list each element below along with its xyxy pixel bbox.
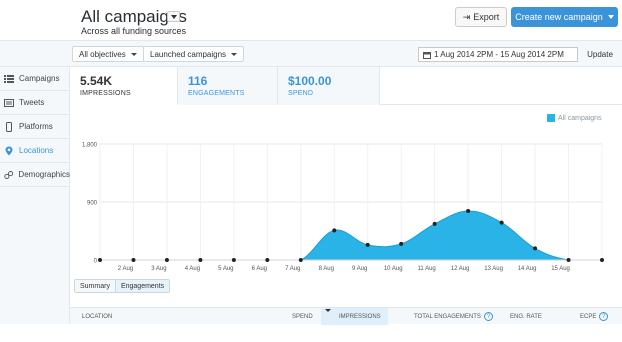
page-header: All campaigns Across all funding sources…: [0, 0, 622, 40]
table-header: LOCATION SPEND IMPRESSIONS TOTAL ENGAGEM…: [70, 307, 622, 325]
column-impressions-label: IMPRESSIONS: [339, 313, 381, 320]
y-tick-label: 0: [94, 259, 98, 265]
title-dropdown-button[interactable]: [167, 11, 180, 22]
data-point: [332, 228, 337, 233]
sidebar-item-label: Platforms: [19, 122, 53, 131]
x-tick-label: 9 Aug: [352, 266, 367, 272]
sort-desc-icon: [325, 309, 331, 312]
spend-label: SPEND: [288, 90, 314, 97]
column-eng-rate[interactable]: ENG. RATE: [510, 308, 542, 325]
column-total-engagements[interactable]: TOTAL ENGAGEMENTS ?: [414, 308, 493, 325]
data-point: [265, 258, 270, 262]
tab-impressions[interactable]: 5.54K IMPRESSIONS: [70, 67, 178, 105]
campaigns-label: Launched campaigns: [150, 49, 227, 59]
objectives-label: All objectives: [79, 49, 126, 59]
data-point: [198, 258, 203, 262]
sidebar-item-campaigns[interactable]: Campaigns: [0, 67, 70, 91]
x-tick-label: 7 Aug: [285, 266, 300, 272]
legend-label: All campaigns: [558, 114, 602, 122]
filter-bar: All objectives Launched campaigns 1 Aug …: [0, 40, 622, 67]
sidebar-item-demographics[interactable]: Demographics: [0, 163, 70, 187]
main-panel: 5.54K IMPRESSIONS 116 ENGAGEMENTS $100.0…: [70, 67, 622, 325]
sidebar-item-label: Tweets: [19, 98, 45, 107]
x-tick-label: 8 Aug: [319, 266, 334, 272]
data-point: [533, 246, 538, 251]
sidebar-item-label: Locations: [19, 146, 54, 155]
x-tick-label: 4 Aug: [185, 266, 200, 272]
legend-swatch: [547, 114, 555, 122]
device-icon: [6, 121, 12, 132]
engagements-toggle[interactable]: Engagements: [115, 280, 170, 292]
data-point: [98, 258, 102, 262]
stats-tabs: 5.54K IMPRESSIONS 116 ENGAGEMENTS $100.0…: [70, 67, 622, 105]
x-tick-label: 12 Aug: [451, 266, 470, 272]
x-tick-label: 2 Aug: [118, 266, 133, 272]
people-icon: [4, 170, 14, 179]
column-total-engagements-label: TOTAL ENGAGEMENTS: [414, 313, 481, 320]
tab-spend[interactable]: $100.00 SPEND: [278, 67, 380, 105]
engagements-value: 116: [188, 74, 208, 88]
date-range-input[interactable]: 1 Aug 2014 2PM - 15 Aug 2014 2PM: [418, 47, 578, 62]
campaigns-dropdown[interactable]: Launched campaigns: [143, 46, 245, 62]
data-point: [131, 258, 136, 262]
data-point: [164, 258, 169, 262]
impressions-value: 5.54K: [80, 74, 113, 88]
data-point: [231, 258, 236, 262]
x-tick-label: 13 Aug: [484, 266, 503, 272]
help-icon[interactable]: ?: [483, 312, 493, 321]
data-point: [399, 241, 404, 246]
column-impressions[interactable]: IMPRESSIONS: [321, 308, 388, 325]
export-label: Export: [473, 12, 500, 22]
column-ecpe-label: ECPE: [580, 313, 597, 320]
summary-toggle[interactable]: Summary: [75, 280, 116, 292]
list-icon: [4, 74, 14, 83]
tweet-icon: [4, 98, 14, 107]
chevron-down-icon: [130, 52, 137, 56]
date-range-value: 1 Aug 2014 2PM - 15 Aug 2014 2PM: [434, 50, 564, 59]
x-tick-label: 11 Aug: [418, 266, 436, 272]
sidebar-item-label: Campaigns: [19, 74, 60, 83]
x-tick-label: 5 Aug: [218, 266, 233, 272]
sidebar-item-label: Demographics: [18, 170, 70, 179]
data-point: [466, 209, 471, 214]
x-tick-label: 10 Aug: [384, 266, 403, 272]
spend-value: $100.00: [288, 74, 332, 88]
data-point: [432, 221, 437, 226]
create-campaign-button[interactable]: Create new campaign: [511, 7, 618, 27]
update-button[interactable]: Update: [582, 46, 618, 63]
y-tick-label: 900: [87, 201, 98, 207]
tab-engagements[interactable]: 116 ENGAGEMENTS: [178, 67, 278, 105]
data-point: [365, 242, 370, 247]
data-point: [298, 258, 303, 262]
create-campaign-label: Create new campaign: [515, 12, 603, 22]
engagements-label: ENGAGEMENTS: [188, 90, 245, 97]
x-tick-label: 3 Aug: [151, 266, 166, 272]
x-tick-label: 14 Aug: [518, 266, 537, 272]
calendar-icon: [423, 51, 431, 59]
data-point: [499, 220, 504, 225]
view-toggle: Summary Engagements: [74, 279, 171, 293]
page-subtitle: Across all funding sources: [81, 26, 187, 36]
x-tick-label: 6 Aug: [252, 266, 267, 272]
column-ecpe[interactable]: ECPE ?: [580, 308, 609, 325]
impressions-label: IMPRESSIONS: [80, 90, 131, 97]
help-icon[interactable]: ?: [599, 312, 609, 321]
chart-legend: All campaigns: [547, 114, 602, 122]
sidebar-item-locations[interactable]: Locations: [0, 139, 70, 163]
column-spend[interactable]: SPEND: [292, 308, 313, 325]
sidebar-item-tweets[interactable]: Tweets: [0, 91, 70, 115]
x-tick-label: 15 Aug: [551, 266, 570, 272]
pin-icon: [5, 146, 13, 155]
sidebar: Campaigns Tweets Platforms Locations Dem…: [0, 67, 70, 324]
data-point: [566, 258, 571, 262]
chevron-down-icon: [231, 52, 238, 56]
column-location[interactable]: LOCATION: [82, 308, 112, 325]
export-button[interactable]: ⇥ Export: [455, 7, 507, 27]
chevron-down-icon: [607, 15, 614, 19]
export-icon: ⇥: [462, 11, 471, 22]
sidebar-item-platforms[interactable]: Platforms: [0, 115, 70, 139]
y-tick-label: 1,800: [82, 143, 98, 149]
data-point: [600, 258, 604, 262]
objectives-dropdown[interactable]: All objectives: [72, 46, 144, 62]
